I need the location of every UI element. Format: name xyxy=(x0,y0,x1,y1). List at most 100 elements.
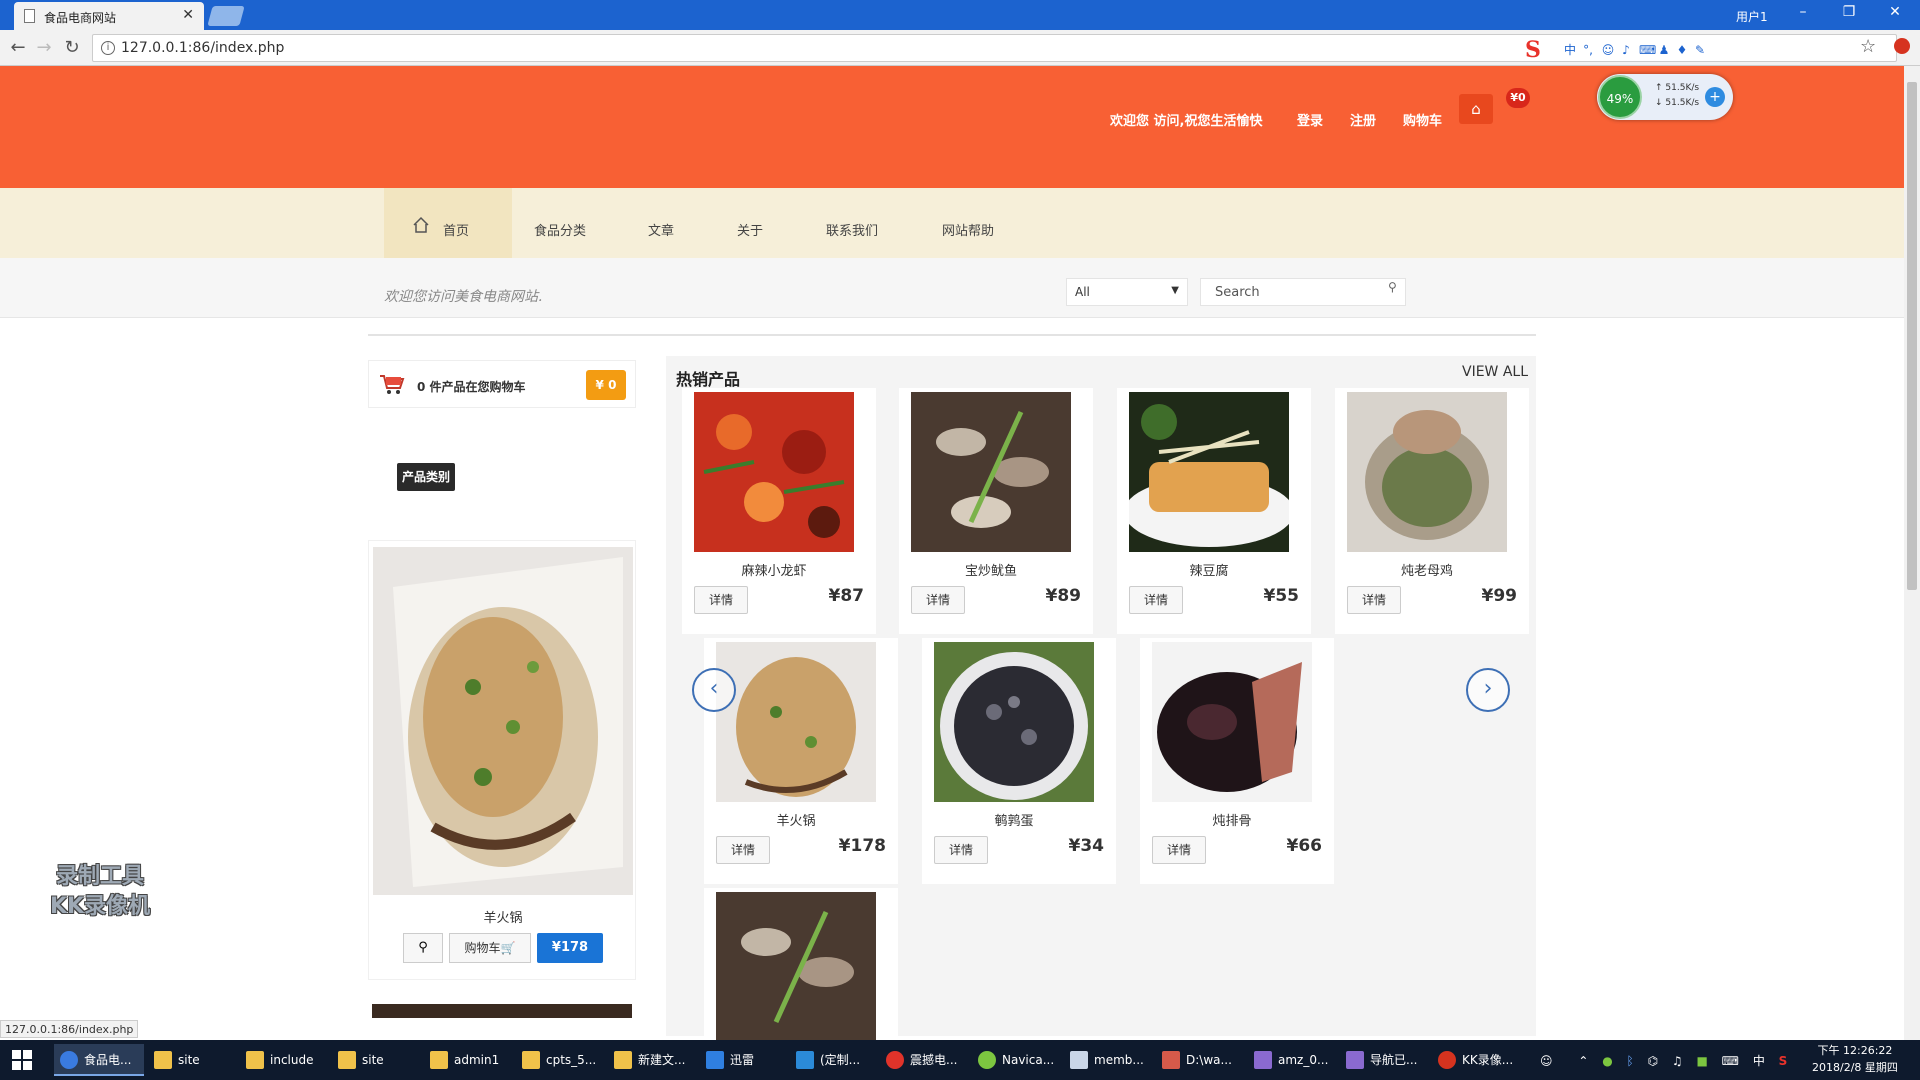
product-name[interactable]: 鹌鹑蛋 xyxy=(922,810,1106,829)
product-name[interactable]: 宝炒鱿鱼 xyxy=(899,560,1083,579)
ime-voice-icon[interactable]: ♪ xyxy=(1619,43,1633,57)
ime-indicator[interactable]: 中 xyxy=(1753,1054,1765,1068)
product-name[interactable]: 辣豆腐 xyxy=(1117,560,1301,579)
zoom-button[interactable]: ⚲ xyxy=(403,933,443,963)
detail-button[interactable]: 详情 xyxy=(716,836,770,864)
window-user-label[interactable]: 用户1 xyxy=(1736,8,1768,25)
taskbar-item-navicat[interactable]: Navica... xyxy=(972,1044,1060,1076)
carousel-prev-button[interactable]: ‹ xyxy=(692,668,736,712)
ime-user-icon[interactable]: ♟ xyxy=(1657,43,1671,57)
taskbar-item-editor[interactable]: (定制... xyxy=(790,1044,876,1076)
taskbar-item-folder[interactable]: admin1 xyxy=(424,1044,512,1076)
new-tab-button[interactable] xyxy=(207,6,245,26)
taskbar-item-path[interactable]: D:\wa... xyxy=(1156,1044,1244,1076)
product-image[interactable] xyxy=(1152,642,1312,802)
nav-articles[interactable]: 文章 xyxy=(648,220,674,239)
tab-close-icon[interactable]: ✕ xyxy=(182,7,194,23)
sogou-ime-icon[interactable]: S xyxy=(1525,37,1551,63)
scrollbar-thumb[interactable] xyxy=(1907,82,1917,590)
sogou-tray-icon[interactable]: S xyxy=(1779,1054,1788,1068)
product-image[interactable] xyxy=(911,392,1071,552)
featured-product-image[interactable] xyxy=(373,547,633,895)
people-icon[interactable]: ☺ xyxy=(1540,1054,1553,1068)
forward-icon[interactable]: → xyxy=(32,36,56,60)
taskbar-item-kk[interactable]: KK录像... xyxy=(1432,1044,1520,1076)
ime-chinese-icon[interactable]: 中 xyxy=(1563,43,1577,57)
product-name[interactable]: 炖老母鸡 xyxy=(1335,560,1519,579)
ime-tools-icon[interactable]: ✎ xyxy=(1693,43,1707,57)
cart-summary[interactable]: 0 件产品在您购物车 ¥ 0 xyxy=(368,360,636,408)
detail-button[interactable]: 详情 xyxy=(1129,586,1183,614)
taskbar-item-folder[interactable]: site xyxy=(332,1044,420,1076)
carousel-next-button[interactable]: › xyxy=(1466,668,1510,712)
bookmark-star-icon[interactable]: ☆ xyxy=(1860,36,1876,57)
product-name[interactable]: 麻辣小龙虾 xyxy=(682,560,866,579)
taskbar-item-nav[interactable]: 导航已... xyxy=(1340,1044,1428,1076)
clock[interactable]: 下午 12:26:22 2018/2/8 星期四 xyxy=(1812,1042,1898,1076)
taskbar-item-table[interactable]: memb... xyxy=(1064,1044,1152,1076)
windows-start-icon[interactable] xyxy=(12,1050,32,1070)
plus-icon[interactable]: + xyxy=(1705,87,1725,107)
product-image[interactable] xyxy=(1347,392,1507,552)
record-extension-icon[interactable] xyxy=(1894,38,1910,54)
taskbar-item-folder[interactable]: include xyxy=(240,1044,328,1076)
nav-contact[interactable]: 联系我们 xyxy=(826,220,878,239)
view-all-link[interactable]: VIEW ALL xyxy=(1462,364,1528,380)
address-bar[interactable]: i 127.0.0.1:86/index.php S 中 °, ☺ ♪ ⌨ ♟ … xyxy=(92,34,1897,63)
close-window-icon[interactable]: ✕ xyxy=(1880,4,1910,20)
taskbar-item-thunder[interactable]: 迅雷 xyxy=(700,1044,786,1076)
ime-skin-icon[interactable]: ♦ xyxy=(1675,43,1689,57)
cart-link[interactable]: 购物车 xyxy=(1403,110,1442,129)
category-select[interactable]: All ▼ xyxy=(1066,278,1188,306)
login-link[interactable]: 登录 xyxy=(1297,110,1323,129)
taskbar-item-folder[interactable]: site xyxy=(148,1044,236,1076)
ime-emoji-icon[interactable]: ☺ xyxy=(1601,43,1615,57)
product-image[interactable] xyxy=(716,642,876,802)
minimize-icon[interactable]: – xyxy=(1788,4,1818,20)
bluetooth-icon[interactable]: ᛒ xyxy=(1627,1054,1634,1068)
security-icon[interactable]: ● xyxy=(1602,1054,1612,1068)
search-input[interactable]: Search xyxy=(1200,278,1406,306)
nav-home[interactable]: 首页 xyxy=(443,220,469,239)
taskbar-item-folder[interactable]: 新建文... xyxy=(608,1044,696,1076)
cart-basket-button[interactable]: ⌂ xyxy=(1459,94,1493,124)
detail-button[interactable]: 详情 xyxy=(1347,586,1401,614)
taskbar-item-weibo[interactable]: 震撼电... xyxy=(880,1044,968,1076)
browser-tab[interactable]: 食品电商网站 ✕ xyxy=(14,2,204,30)
chevron-up-icon[interactable]: ⌃ xyxy=(1578,1054,1588,1068)
detail-button[interactable]: 详情 xyxy=(694,586,748,614)
restore-icon[interactable]: ❐ xyxy=(1834,4,1864,20)
detail-button[interactable]: 详情 xyxy=(911,586,965,614)
nav-help[interactable]: 网站帮助 xyxy=(942,220,994,239)
nav-about[interactable]: 关于 xyxy=(737,220,763,239)
search-icon[interactable]: ⚲ xyxy=(1388,280,1397,294)
ime-punct-icon[interactable]: °, xyxy=(1581,43,1595,57)
register-link[interactable]: 注册 xyxy=(1350,110,1376,129)
detail-button[interactable]: 详情 xyxy=(1152,836,1206,864)
address-url[interactable]: 127.0.0.1:86/index.php xyxy=(121,40,284,56)
taskbar-item-amz[interactable]: amz_0... xyxy=(1248,1044,1336,1076)
nav-food-category[interactable]: 食品分类 xyxy=(534,220,586,239)
info-icon[interactable]: i xyxy=(101,41,115,55)
featured-product-price[interactable]: ¥178 xyxy=(537,933,603,963)
detail-button[interactable]: 详情 xyxy=(934,836,988,864)
product-image[interactable] xyxy=(716,892,876,1040)
product-image[interactable] xyxy=(694,392,854,552)
volume-icon[interactable]: ♫ xyxy=(1672,1054,1683,1068)
page-scrollbar[interactable] xyxy=(1904,66,1920,1040)
back-icon[interactable]: ← xyxy=(6,36,30,60)
taskbar-item-chrome[interactable]: 食品电... xyxy=(54,1044,144,1076)
network-icon[interactable]: ⌬ xyxy=(1648,1054,1658,1068)
ime-keyboard-icon[interactable]: ⌨ xyxy=(1639,43,1656,57)
app-tray-icon[interactable]: ■ xyxy=(1696,1054,1707,1068)
network-speed-widget[interactable]: 49% ↑ 51.5K/s ↓ 51.5K/s + xyxy=(1597,74,1733,120)
taskbar-item-folder[interactable]: cpts_5... xyxy=(516,1044,604,1076)
keyboard-icon[interactable]: ⌨ xyxy=(1722,1054,1739,1068)
category-label[interactable]: 产品类别 xyxy=(397,463,455,491)
product-name[interactable]: 炖排骨 xyxy=(1140,810,1324,829)
product-image[interactable] xyxy=(934,642,1094,802)
reload-icon[interactable]: ↻ xyxy=(60,36,84,60)
product-image[interactable] xyxy=(1129,392,1289,552)
add-to-cart-button[interactable]: 购物车🛒 xyxy=(449,933,531,963)
product-name[interactable]: 羊火锅 xyxy=(704,810,888,829)
